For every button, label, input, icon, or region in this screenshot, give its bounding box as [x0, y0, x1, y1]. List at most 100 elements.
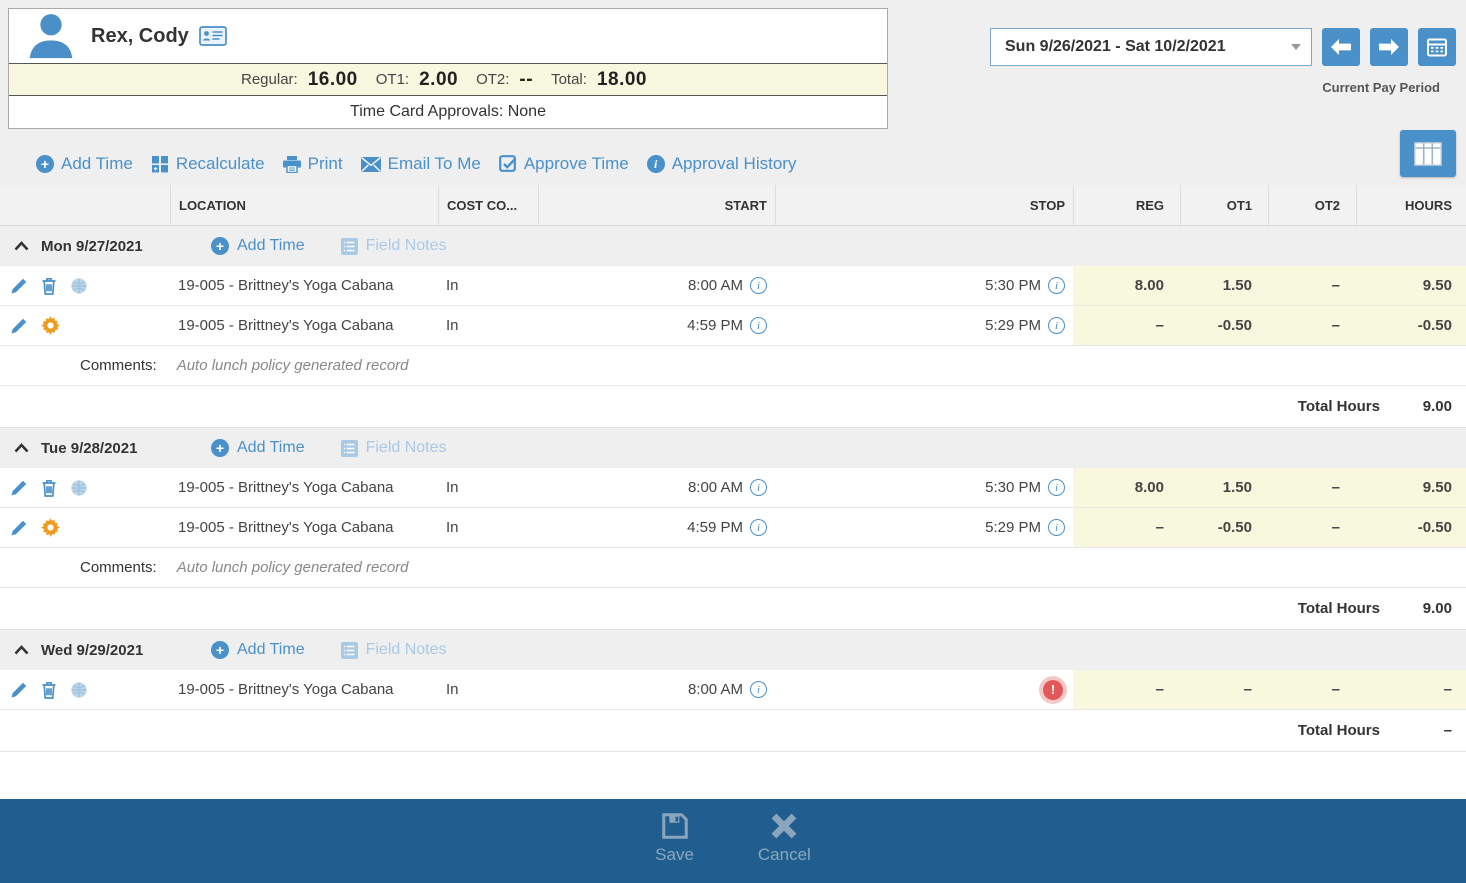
edit-pencil-icon[interactable] [10, 277, 28, 295]
regular-label: Regular: [241, 71, 298, 88]
day-add-time-button[interactable]: + Add Time [211, 641, 305, 659]
ot2-label: OT2: [476, 71, 509, 88]
header-location: LOCATION [170, 185, 438, 225]
field-notes-label: Field Notes [366, 237, 447, 255]
top-band: Rex, Cody Regular: 16.00 OT1: 2.00 OT2: … [0, 0, 1466, 185]
pay-period-select[interactable]: Sun 9/26/2021 - Sat 10/2/2021 [990, 28, 1312, 66]
day-add-time-button[interactable]: + Add Time [211, 237, 305, 255]
policy-gear-icon[interactable] [41, 518, 60, 537]
total-hours-value: 9.00 [1380, 398, 1466, 415]
edit-pencil-icon[interactable] [10, 479, 28, 497]
approval-history-button[interactable]: i Approval History [647, 154, 797, 174]
approve-time-button[interactable]: Approve Time [499, 154, 629, 174]
cost-code-value: In [438, 508, 538, 547]
ot2-value: – [1268, 306, 1356, 345]
stop-info-icon[interactable]: i [1048, 277, 1065, 294]
ot1-value: -0.50 [1180, 306, 1268, 345]
start-info-icon[interactable]: i [750, 277, 767, 294]
check-square-icon [499, 155, 517, 173]
total-hours-label: Total Hours [1298, 398, 1380, 415]
header-stop: STOP [775, 185, 1073, 225]
recalculate-label: Recalculate [176, 154, 265, 174]
start-info-icon[interactable]: i [750, 479, 767, 496]
edit-pencil-icon[interactable] [10, 317, 28, 335]
calendar-button[interactable] [1418, 28, 1456, 66]
recalculate-button[interactable]: Recalculate [151, 154, 265, 174]
next-period-button[interactable] [1370, 28, 1408, 66]
day-add-time-button[interactable]: + Add Time [211, 439, 305, 457]
field-notes-button[interactable]: Field Notes [341, 439, 447, 457]
plus-circle-icon: + [211, 641, 229, 659]
collapse-chevron-icon[interactable] [14, 241, 29, 251]
collapse-chevron-icon[interactable] [14, 443, 29, 453]
gps-globe-icon[interactable] [70, 681, 88, 699]
id-card-icon[interactable] [199, 26, 227, 46]
email-to-me-button[interactable]: Email To Me [361, 154, 481, 174]
day-header: Wed 9/29/2021 + Add Time Field Notes [0, 630, 1466, 670]
ot2-value: – [1268, 508, 1356, 547]
stop-time: 5:30 PM [985, 277, 1041, 294]
print-button[interactable]: Print [283, 154, 343, 174]
day-total-row: Total Hours 9.00 [0, 588, 1466, 630]
employee-card: Rex, Cody Regular: 16.00 OT1: 2.00 OT2: … [8, 8, 888, 129]
cost-code-value: In [438, 266, 538, 305]
regular-value: 16.00 [308, 69, 358, 91]
collapse-chevron-icon[interactable] [14, 645, 29, 655]
edit-pencil-icon[interactable] [10, 681, 28, 699]
reg-value: – [1073, 508, 1180, 547]
day-date: Wed 9/29/2021 [41, 642, 189, 659]
chevron-down-icon [1291, 44, 1301, 50]
save-label: Save [655, 845, 694, 865]
ot1-label: OT1: [376, 71, 409, 88]
stop-error-icon[interactable]: ! [1043, 680, 1063, 700]
prev-period-button[interactable] [1322, 28, 1360, 66]
arrow-left-icon [1330, 39, 1352, 55]
reg-value: – [1073, 306, 1180, 345]
comments-row: Comments: Auto lunch policy generated re… [0, 548, 1466, 588]
table-header: LOCATION COST CO... START STOP REG OT1 O… [0, 185, 1466, 226]
comments-label: Comments: [80, 357, 157, 374]
delete-trash-icon[interactable] [41, 277, 57, 295]
total-hours-value: 9.00 [1380, 600, 1466, 617]
stop-time: 5:29 PM [985, 519, 1041, 536]
grid-view-button[interactable] [1400, 130, 1456, 177]
add-time-label: Add Time [61, 154, 133, 174]
stop-info-icon[interactable]: i [1048, 479, 1065, 496]
header-cost-code: COST CO... [438, 185, 538, 225]
total-label: Total: [551, 71, 587, 88]
start-info-icon[interactable]: i [750, 681, 767, 698]
day-add-time-label: Add Time [237, 641, 305, 659]
stop-info-icon[interactable]: i [1048, 519, 1065, 536]
start-info-icon[interactable]: i [750, 519, 767, 536]
gps-globe-icon[interactable] [70, 479, 88, 497]
avatar [25, 9, 77, 64]
day-total-row: Total Hours 9.00 [0, 386, 1466, 428]
arrow-right-icon [1378, 39, 1400, 55]
delete-trash-icon[interactable] [41, 479, 57, 497]
field-notes-button[interactable]: Field Notes [341, 237, 447, 255]
day-total-row: Total Hours – [0, 710, 1466, 752]
stop-info-icon[interactable]: i [1048, 317, 1065, 334]
day-date: Tue 9/28/2021 [41, 440, 189, 457]
ot2-value: – [1268, 266, 1356, 305]
cost-code-value: In [438, 306, 538, 345]
location-value: 19-005 - Brittney's Yoga Cabana [170, 508, 438, 547]
hours-summary: Regular: 16.00 OT1: 2.00 OT2: -- Total: … [9, 63, 887, 96]
field-notes-label: Field Notes [366, 439, 447, 457]
header-ot1: OT1 [1180, 185, 1268, 225]
policy-gear-icon[interactable] [41, 316, 60, 335]
save-floppy-icon [660, 811, 690, 841]
delete-trash-icon[interactable] [41, 681, 57, 699]
save-button[interactable]: Save [655, 811, 694, 883]
add-time-button[interactable]: + Add Time [36, 154, 133, 174]
cancel-button[interactable]: Cancel [758, 811, 811, 883]
cancel-x-icon [769, 811, 799, 841]
gps-globe-icon[interactable] [70, 277, 88, 295]
ot2-value: -- [519, 69, 533, 91]
comments-text: Auto lunch policy generated record [177, 357, 409, 374]
edit-pencil-icon[interactable] [10, 519, 28, 537]
start-info-icon[interactable]: i [750, 317, 767, 334]
ot1-value: 1.50 [1180, 468, 1268, 507]
footer-bar: Save Cancel [0, 799, 1466, 883]
field-notes-button[interactable]: Field Notes [341, 641, 447, 659]
